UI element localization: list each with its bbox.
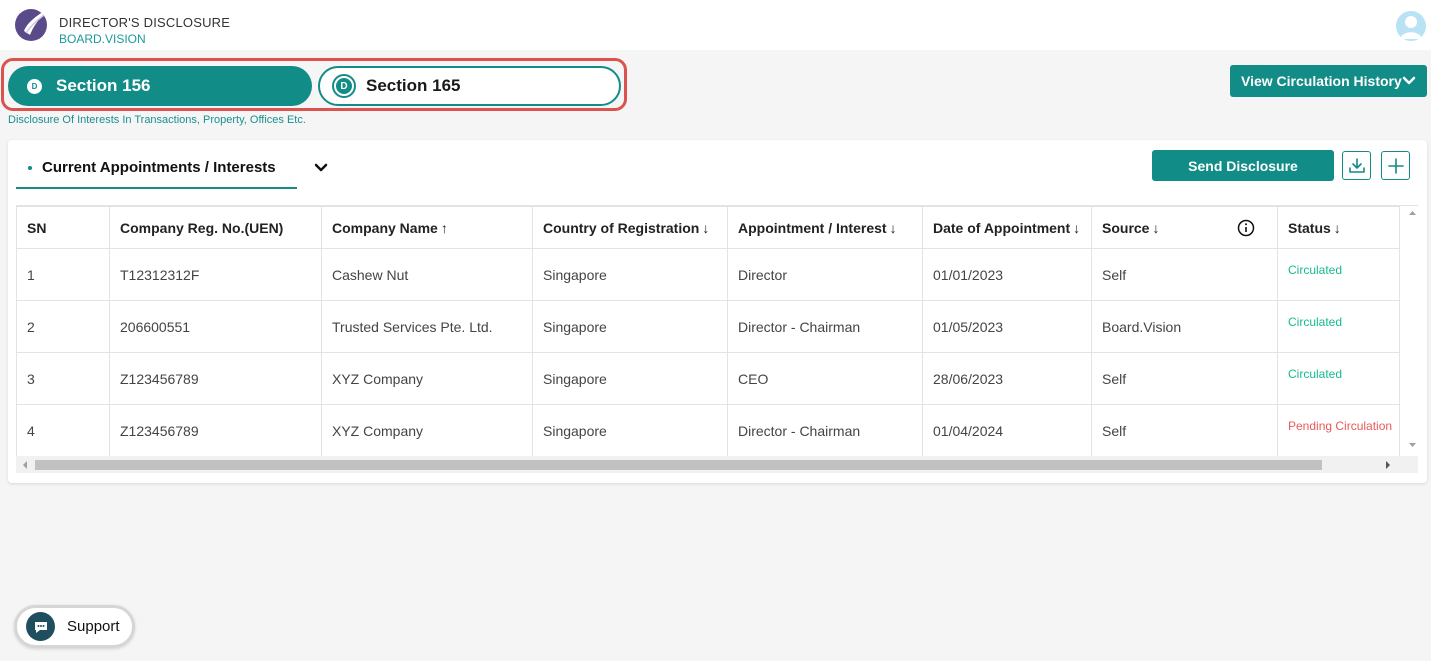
sort-desc-icon[interactable]: ↓ <box>1152 220 1159 236</box>
send-disclosure-button[interactable]: Send Disclosure <box>1152 150 1334 181</box>
scroll-right-icon[interactable] <box>1382 456 1394 473</box>
section-165-button[interactable]: D Section 165 <box>318 66 621 106</box>
scroll-left-icon[interactable] <box>19 456 31 473</box>
cell-company: Cashew Nut <box>321 248 533 301</box>
cell-uen: T12312312F <box>109 248 322 301</box>
disclosure-badge-icon: D <box>334 76 354 96</box>
chevron-down-icon <box>1402 76 1416 85</box>
column-header-sn[interactable]: SN <box>16 206 110 249</box>
cell-sn: 2 <box>16 300 110 353</box>
status-badge: Pending Circulation <box>1277 404 1400 457</box>
cell-country: Singapore <box>532 248 728 301</box>
column-header-appointment[interactable]: Appointment / Interest ↓ <box>727 206 923 249</box>
section-156-label: Section 156 <box>56 76 151 95</box>
user-avatar-icon[interactable] <box>1396 11 1426 41</box>
table-row[interactable]: 2 206600551 Trusted Services Pte. Ltd. S… <box>16 300 1400 353</box>
status-badge: Circulated <box>1277 248 1400 301</box>
tab-current-appointments[interactable]: Current Appointments / Interests <box>16 148 297 189</box>
cell-sn: 4 <box>16 404 110 457</box>
cell-date: 01/04/2024 <box>922 404 1092 457</box>
sort-desc-icon[interactable]: ↓ <box>1334 220 1341 236</box>
appointments-table: SN Company Reg. No.(UEN) Company Name ↑ C… <box>16 206 1400 457</box>
cell-date: 01/01/2023 <box>922 248 1092 301</box>
tab-dot <box>28 165 32 170</box>
status-badge: Circulated <box>1277 300 1400 353</box>
disclosure-badge-icon: D <box>27 78 42 94</box>
sort-desc-icon[interactable]: ↓ <box>702 220 709 236</box>
history-button-label: View Circulation History <box>1241 73 1402 89</box>
table-header-row: SN Company Reg. No.(UEN) Company Name ↑ C… <box>16 206 1400 249</box>
cell-uen: Z123456789 <box>109 352 322 405</box>
vertical-scrollbar[interactable] <box>1407 206 1418 456</box>
scroll-down-icon[interactable] <box>1407 440 1418 450</box>
sort-desc-icon[interactable]: ↓ <box>1073 220 1080 236</box>
cell-country: Singapore <box>532 352 728 405</box>
app-subtitle: BOARD.VISION <box>59 32 146 46</box>
support-button[interactable]: Support <box>14 605 135 648</box>
scroll-up-icon[interactable] <box>1407 208 1418 218</box>
sort-asc-icon[interactable]: ↑ <box>441 220 448 236</box>
cell-sn: 3 <box>16 352 110 405</box>
cell-company: XYZ Company <box>321 352 533 405</box>
column-header-status[interactable]: Status ↓ <box>1277 206 1400 249</box>
cell-date: 28/06/2023 <box>922 352 1092 405</box>
chevron-down-icon[interactable] <box>312 159 330 177</box>
column-header-company-name[interactable]: Company Name ↑ <box>321 206 533 249</box>
cell-appointment: Director - Chairman <box>727 404 923 457</box>
cell-appointment: Director - Chairman <box>727 300 923 353</box>
add-button[interactable] <box>1381 151 1410 180</box>
column-header-source[interactable]: Source ↓ <box>1091 206 1278 249</box>
cell-uen: 206600551 <box>109 300 322 353</box>
scrollbar-thumb[interactable] <box>35 460 1322 470</box>
support-label: Support <box>67 618 120 635</box>
cell-country: Singapore <box>532 300 728 353</box>
section-156-button[interactable]: D Section 156 <box>8 66 312 106</box>
download-icon <box>1348 157 1365 173</box>
column-header-date[interactable]: Date of Appointment ↓ <box>922 206 1092 249</box>
chat-icon <box>26 612 55 641</box>
tab-label: Current Appointments / Interests <box>42 159 276 176</box>
download-button[interactable] <box>1342 151 1371 180</box>
appointments-card: Current Appointments / Interests Send Di… <box>8 140 1427 483</box>
cell-uen: Z123456789 <box>109 404 322 457</box>
table-row[interactable]: 1 T12312312F Cashew Nut Singapore Direct… <box>16 248 1400 301</box>
appointments-table-container: SN Company Reg. No.(UEN) Company Name ↑ C… <box>16 205 1418 473</box>
top-bar: DIRECTOR'S DISCLOSURE BOARD.VISION <box>0 0 1431 50</box>
app-title: DIRECTOR'S DISCLOSURE <box>59 15 231 30</box>
cell-date: 01/05/2023 <box>922 300 1092 353</box>
section-description: Disclosure Of Interests In Transactions,… <box>8 114 306 126</box>
cell-appointment: Director <box>727 248 923 301</box>
cell-source: Board.Vision <box>1091 300 1278 353</box>
horizontal-scrollbar[interactable] <box>16 456 1418 473</box>
cell-appointment: CEO <box>727 352 923 405</box>
cell-company: Trusted Services Pte. Ltd. <box>321 300 533 353</box>
status-badge: Circulated <box>1277 352 1400 405</box>
board-vision-logo <box>15 6 52 41</box>
column-header-country[interactable]: Country of Registration ↓ <box>532 206 728 249</box>
section-toggle: D Section 156 D Section 165 <box>1 58 627 111</box>
table-row[interactable]: 3 Z123456789 XYZ Company Singapore CEO 2… <box>16 352 1400 405</box>
cell-source: Self <box>1091 352 1278 405</box>
cell-country: Singapore <box>532 404 728 457</box>
table-row[interactable]: 4 Z123456789 XYZ Company Singapore Direc… <box>16 404 1400 457</box>
plus-icon <box>1387 157 1404 174</box>
info-icon[interactable] <box>1237 219 1255 237</box>
section-165-label: Section 165 <box>366 76 461 95</box>
cell-source: Self <box>1091 404 1278 457</box>
cell-source: Self <box>1091 248 1278 301</box>
sort-desc-icon[interactable]: ↓ <box>890 220 897 236</box>
column-header-uen[interactable]: Company Reg. No.(UEN) <box>109 206 322 249</box>
view-circulation-history-button[interactable]: View Circulation History <box>1230 65 1427 97</box>
cell-sn: 1 <box>16 248 110 301</box>
cell-company: XYZ Company <box>321 404 533 457</box>
